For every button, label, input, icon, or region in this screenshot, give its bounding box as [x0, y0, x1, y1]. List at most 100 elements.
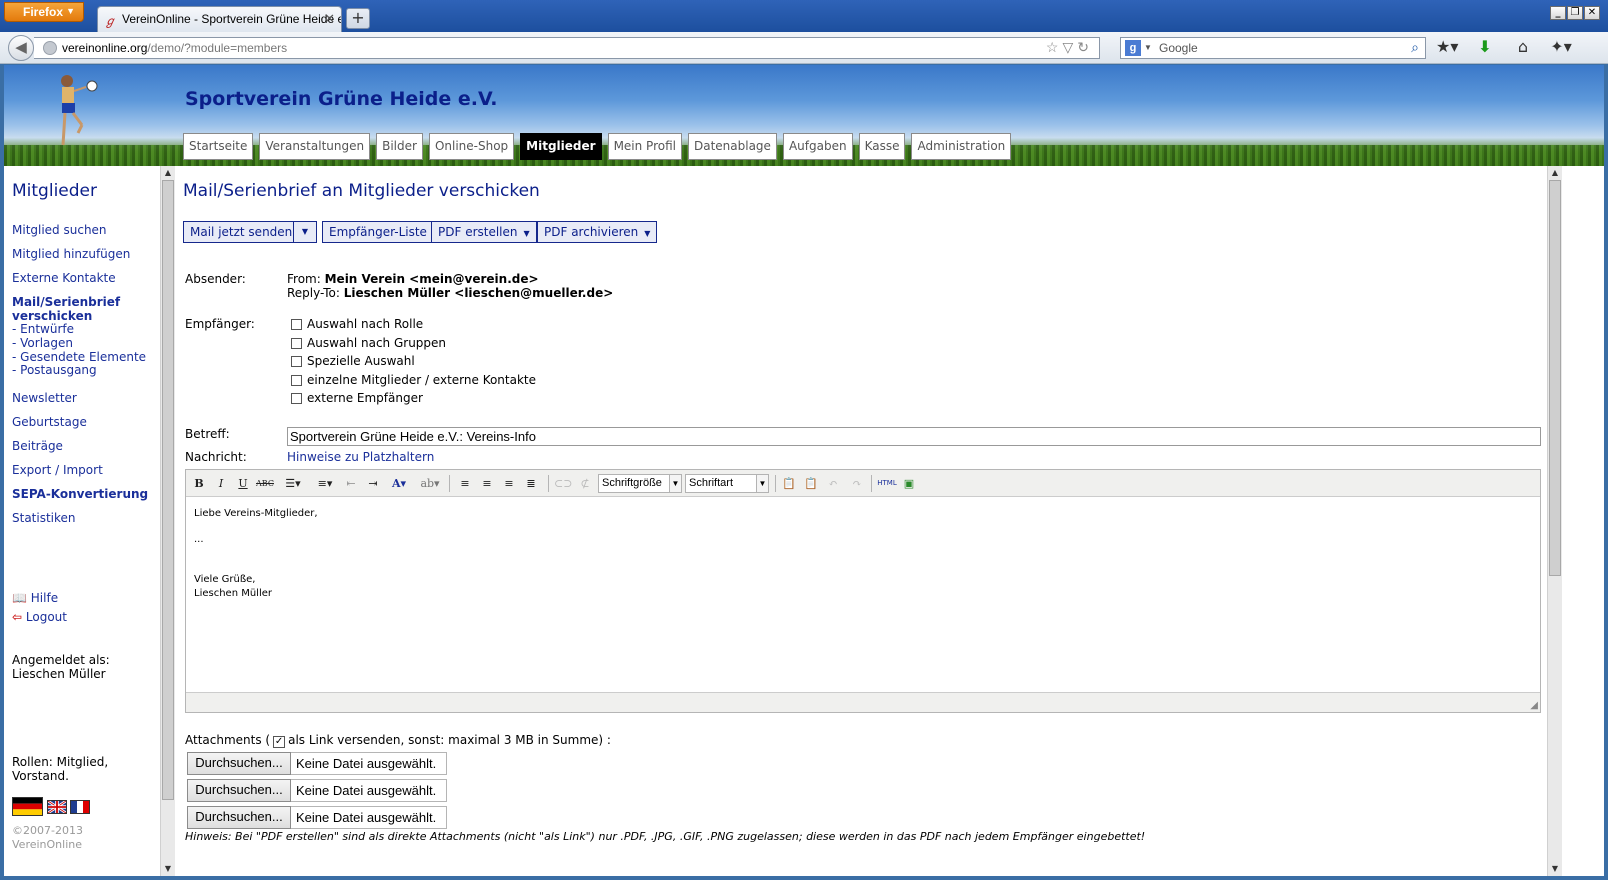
browser-tab[interactable]: ℊ VereinOnline - Sportverein Grüne Heide… [97, 6, 342, 32]
subject-input[interactable]: Sportverein Grüne Heide e.V.: Vereins-In… [287, 427, 1541, 446]
logout-link[interactable]: ⇦ Logout [12, 610, 67, 624]
french-flag-icon[interactable] [70, 800, 90, 814]
insert-image-icon[interactable]: ▣ [900, 475, 918, 492]
underline-icon[interactable]: U [234, 475, 252, 492]
page-scrollbar[interactable]: ▲ ▼ [1547, 166, 1562, 876]
redo-icon[interactable]: ↷ [848, 475, 866, 492]
sidebar-item-postausgang[interactable]: - Postausgang [12, 363, 97, 377]
unlink-icon[interactable]: ⊄ [576, 475, 594, 492]
link-icon[interactable]: ⊂⊃ [554, 475, 572, 492]
page-scroll-thumb[interactable] [1549, 180, 1561, 576]
sidebar-item-gesendete-elemente[interactable]: - Gesendete Elemente [12, 350, 146, 364]
scroll-up-icon[interactable]: ▲ [1548, 166, 1562, 180]
placeholder-hints-link[interactable]: Hinweise zu Platzhaltern [287, 450, 434, 464]
italic-icon[interactable]: I [212, 475, 230, 492]
close-window-button[interactable]: ✕ [1584, 6, 1600, 20]
checkbox-external[interactable]: externe Empfänger [291, 391, 423, 405]
sidebar-scrollbar[interactable]: ▲ ▼ [160, 166, 175, 876]
scroll-up-icon[interactable]: ▲ [161, 166, 175, 180]
send-mail-dropdown[interactable]: ▼ [293, 222, 316, 242]
sidebar-item-mitglied-hinzufuegen[interactable]: Mitglied hinzufügen [12, 247, 130, 261]
minimize-button[interactable]: _ [1550, 6, 1566, 20]
strikethrough-icon[interactable]: ABC [256, 475, 274, 492]
sidebar-item-statistiken[interactable]: Statistiken [12, 511, 76, 525]
send-mail-button[interactable]: Mail jetzt senden ▼ [183, 221, 317, 243]
german-flag-icon[interactable] [12, 797, 43, 816]
uk-flag-icon[interactable] [47, 800, 67, 814]
checkbox-individual[interactable]: einzelne Mitglieder / externe Kontakte [291, 373, 536, 387]
search-engine-dropdown-icon[interactable]: ▼ [1144, 43, 1152, 52]
help-link[interactable]: 📖 Hilfe [12, 591, 58, 605]
checkbox-box[interactable] [291, 375, 302, 386]
text-color-icon[interactable]: A▾ [386, 475, 412, 492]
align-right-icon[interactable]: ≡ [500, 475, 518, 492]
checkbox-role[interactable]: Auswahl nach Rolle [291, 317, 423, 331]
browse-button[interactable]: Durchsuchen... [187, 752, 291, 775]
bookmarks-menu-icon[interactable]: ★▾ [1436, 37, 1458, 56]
reload-icon[interactable]: ↻ [1077, 39, 1093, 55]
align-left-icon[interactable]: ≡ [456, 475, 474, 492]
scroll-down-icon[interactable]: ▼ [161, 862, 175, 876]
firefox-menu-button[interactable]: Firefox ▼ [4, 2, 84, 22]
file-input-2[interactable]: Durchsuchen... Keine Datei ausgewählt. [187, 779, 447, 802]
checkbox-box[interactable] [291, 319, 302, 330]
sidebar-item-beitraege[interactable]: Beiträge [12, 439, 63, 453]
pdf-create-button[interactable]: PDF erstellen ▼ [431, 221, 537, 243]
sidebar-item-geburtstage[interactable]: Geburtstage [12, 415, 87, 429]
sidebar-item-entwuerfe[interactable]: - Entwürfe [12, 322, 74, 336]
checkbox-box[interactable] [291, 338, 302, 349]
nav-online-shop[interactable]: Online-Shop [428, 133, 515, 160]
attach-as-link-checkbox[interactable]: ✓ [273, 736, 286, 748]
editor-body[interactable]: Liebe Vereins-Mitglieder, ... Viele Grüß… [186, 498, 1540, 691]
home-icon[interactable]: ⌂ [1512, 37, 1534, 56]
addon-icon[interactable]: ✦▾ [1550, 37, 1572, 56]
sidebar-item-export-import[interactable]: Export / Import [12, 463, 103, 477]
download-icon[interactable]: ⬇ [1474, 37, 1496, 56]
scroll-down-icon[interactable]: ▼ [1548, 862, 1562, 876]
new-tab-button[interactable]: + [346, 8, 370, 29]
html-source-icon[interactable]: HTML [876, 475, 898, 492]
outdent-icon[interactable]: ⇤ [342, 475, 360, 492]
pdf-archive-button[interactable]: PDF archivieren ▼ [537, 221, 658, 243]
nav-kasse[interactable]: Kasse [858, 133, 906, 160]
sidebar-item-vorlagen[interactable]: - Vorlagen [12, 336, 73, 350]
nav-veranstaltungen[interactable]: Veranstaltungen [259, 133, 371, 160]
bullet-list-icon[interactable]: ☰▾ [280, 475, 306, 492]
sidebar-item-newsletter[interactable]: Newsletter [12, 391, 77, 405]
dropdown-icon[interactable]: ▽ [1062, 39, 1077, 55]
nav-aufgaben[interactable]: Aufgaben [782, 133, 853, 160]
checkbox-groups[interactable]: Auswahl nach Gruppen [291, 336, 446, 350]
bookmark-star-icon[interactable]: ☆ [1046, 39, 1063, 55]
search-icon[interactable]: ⌕ [1411, 39, 1419, 56]
resize-grip-icon[interactable]: ◢ [1530, 700, 1538, 711]
nav-mitglieder[interactable]: Mitglieder [520, 133, 602, 160]
nav-administration[interactable]: Administration [911, 133, 1012, 160]
tab-close-icon[interactable]: ✕ [324, 11, 335, 27]
sidebar-item-externe-kontakte[interactable]: Externe Kontakte [12, 271, 116, 285]
browse-button[interactable]: Durchsuchen... [187, 806, 291, 829]
file-input-1[interactable]: Durchsuchen... Keine Datei ausgewählt. [187, 752, 447, 775]
back-button[interactable]: ◀ [8, 35, 34, 61]
align-center-icon[interactable]: ≡ [478, 475, 496, 492]
nav-startseite[interactable]: Startseite [183, 133, 254, 160]
nav-mein-profil[interactable]: Mein Profil [607, 133, 682, 160]
checkbox-special[interactable]: Spezielle Auswahl [291, 354, 415, 368]
sidebar-item-mail-serienbrief[interactable]: Mail/Serienbrief [12, 295, 120, 309]
checkbox-box[interactable] [291, 393, 302, 404]
paste-text-icon[interactable]: 📋 [802, 475, 820, 492]
recipients-list-button[interactable]: Empfänger-Liste [322, 221, 434, 243]
sidebar-scroll-thumb[interactable] [162, 180, 174, 800]
restore-button[interactable]: ❐ [1567, 6, 1583, 20]
search-bar[interactable]: g ▼ Google ⌕ [1120, 37, 1426, 59]
highlight-icon[interactable]: ab▾ [416, 475, 444, 492]
file-input-3[interactable]: Durchsuchen... Keine Datei ausgewählt. [187, 806, 447, 829]
browse-button[interactable]: Durchsuchen... [187, 779, 291, 802]
sidebar-item-sepa-konvertierung[interactable]: SEPA-Konvertierung [12, 487, 148, 501]
checkbox-box[interactable] [291, 356, 302, 367]
undo-icon[interactable]: ↶ [824, 475, 842, 492]
url-bar[interactable]: vereinonline.org/demo/?module=members ☆▽… [34, 37, 1100, 59]
google-icon[interactable]: g [1125, 40, 1141, 56]
nav-bilder[interactable]: Bilder [376, 133, 423, 160]
font-family-select[interactable]: Schriftart ▼ [685, 474, 769, 493]
font-size-select[interactable]: Schriftgröße ▼ [598, 474, 682, 493]
